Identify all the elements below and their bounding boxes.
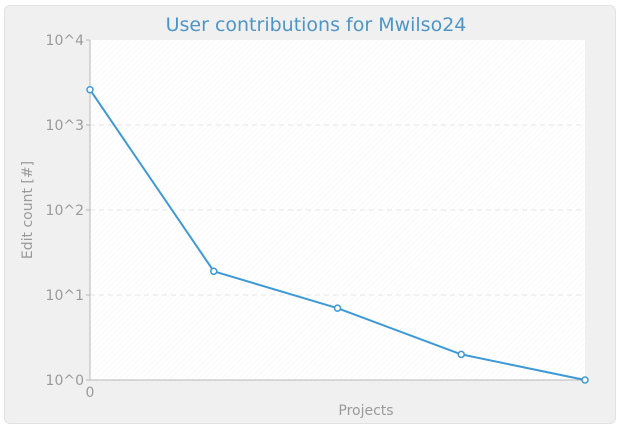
data-point[interactable]: [581, 376, 589, 384]
y-tick-label: 10^2: [46, 203, 84, 219]
data-point[interactable]: [86, 85, 94, 94]
x-tick-labels: 0: [86, 385, 95, 401]
y-tick-label: 10^4: [46, 33, 85, 49]
data-point[interactable]: [457, 350, 465, 359]
y-tick-label: 10^1: [46, 288, 84, 304]
data-point[interactable]: [333, 304, 342, 312]
chart-svg: 10^0 10^1 10^2 10^3 10^4 0 User contribution…: [20, 14, 589, 419]
x-axis-label: Projects: [338, 403, 393, 419]
x-tick-label: 0: [86, 385, 95, 401]
y-tick-label: 10^3: [46, 118, 84, 134]
y-tick-labels: 10^0 10^1 10^2 10^3 10^4: [46, 33, 85, 389]
y-axis-label: Edit count [#]: [20, 161, 36, 259]
y-tick-label: 10^0: [46, 373, 84, 389]
chart-title: User contributions for Mwilso24: [166, 14, 467, 36]
data-point[interactable]: [210, 267, 218, 276]
